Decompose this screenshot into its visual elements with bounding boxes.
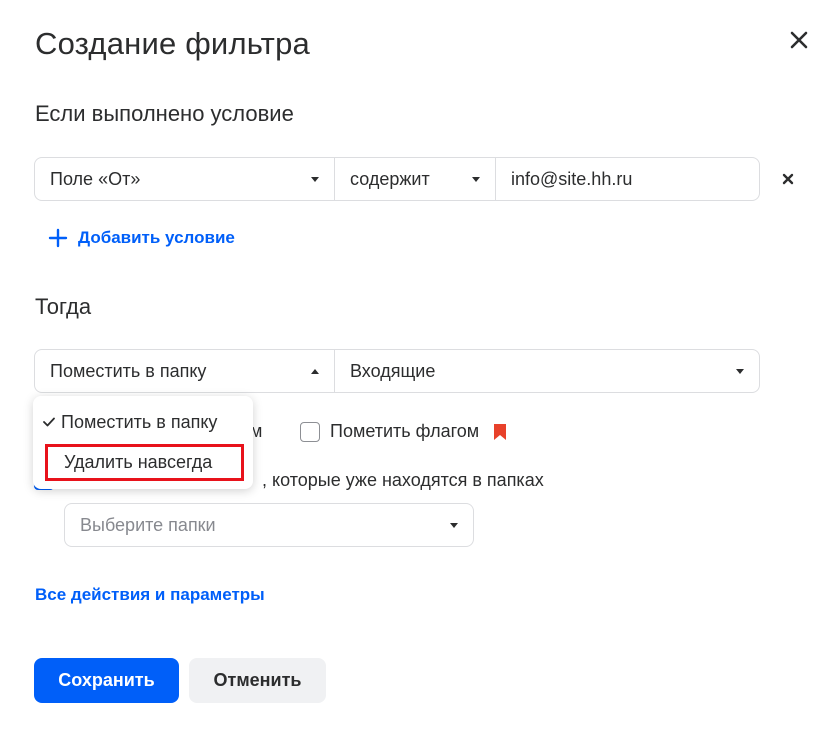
condition-section-title: Если выполнено условие: [35, 101, 294, 126]
save-button[interactable]: Сохранить: [34, 658, 179, 703]
dropdown-option-delete-forever[interactable]: Удалить навсегда: [45, 444, 244, 481]
remove-icon: [782, 173, 794, 185]
condition-operator-value: содержит: [350, 168, 430, 189]
action-section-title: Тогда: [35, 294, 92, 319]
condition-operator-select[interactable]: содержит: [334, 157, 496, 201]
flag-checkbox[interactable]: [300, 421, 320, 442]
condition-value-text: info@site.hh.ru: [511, 168, 633, 189]
dropdown-arrow-up-icon: [311, 368, 319, 374]
flag-option[interactable]: Пометить флагом: [300, 421, 507, 442]
close-button[interactable]: [788, 29, 810, 51]
add-condition-label: Добавить условие: [78, 228, 235, 247]
target-folder-select[interactable]: Входящие: [334, 349, 760, 393]
condition-field-select[interactable]: Поле «От»: [34, 157, 335, 201]
add-condition-button[interactable]: Добавить условие: [48, 228, 235, 248]
apply-existing-label: , которые уже находятся в папках: [262, 470, 544, 490]
plus-icon: [48, 228, 68, 248]
remove-condition-button[interactable]: [781, 172, 795, 186]
condition-value-input[interactable]: info@site.hh.ru: [495, 157, 760, 201]
action-select-value: Поместить в папку: [50, 360, 207, 381]
check-icon: [43, 417, 55, 427]
action-select[interactable]: Поместить в папку: [34, 349, 335, 393]
condition-field-value: Поле «От»: [50, 168, 141, 189]
dropdown-arrow-icon: [472, 176, 480, 182]
dropdown-arrow-icon: [311, 176, 319, 182]
dropdown-option-label: Удалить навсегда: [64, 452, 213, 472]
cancel-button[interactable]: Отменить: [189, 658, 326, 703]
all-actions-link[interactable]: Все действия и параметры: [35, 585, 265, 605]
close-icon: [790, 31, 808, 49]
flag-label: Пометить флагом: [330, 421, 480, 441]
target-folder-value: Входящие: [350, 360, 436, 381]
folders-select[interactable]: Выберите папки: [64, 503, 474, 547]
dropdown-option-move-to-folder[interactable]: Поместить в папку: [43, 406, 217, 438]
flag-icon: [494, 423, 507, 440]
folders-placeholder: Выберите папки: [80, 514, 216, 535]
page-title: Создание фильтра: [35, 26, 310, 61]
dropdown-option-label: Поместить в папку: [61, 411, 218, 432]
dropdown-arrow-icon: [736, 368, 744, 374]
dropdown-arrow-icon: [450, 522, 458, 528]
